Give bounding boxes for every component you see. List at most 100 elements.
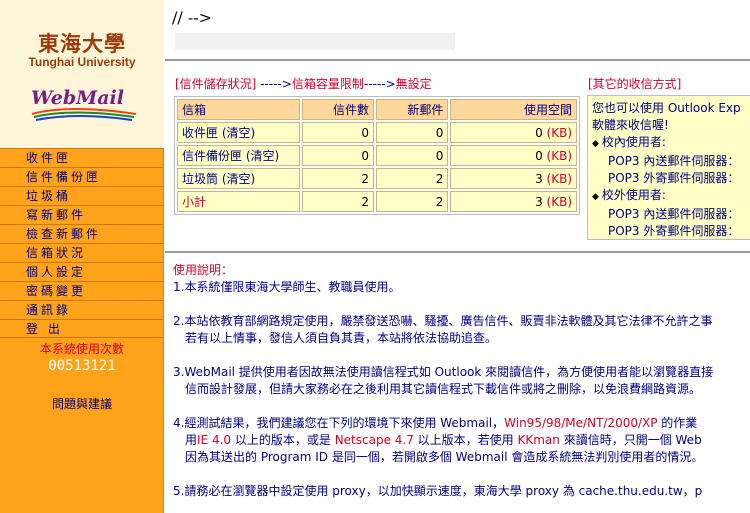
- offcampus-users-label: 校外使用者:: [601, 188, 666, 202]
- other-methods-line: 您也可以使用 Outlook Exp: [592, 101, 741, 115]
- space-used: 0 (KB): [450, 145, 577, 166]
- other-methods-line: 軟體來收信喔!: [592, 118, 669, 132]
- instruction-line: 2.本站依教育部網路規定使用，嚴禁發送恐嚇、騷擾、廣告信件、販賣非法軟體及其它法…: [173, 314, 713, 328]
- university-logo: 東海大學 Tunghai University WebMail: [0, 0, 164, 148]
- quota-arrow: ----->: [260, 77, 292, 91]
- sidebar-item-password[interactable]: 密碼變更: [0, 281, 164, 300]
- space-used-unit: (KB): [546, 125, 572, 140]
- sidebar-item-check-mail[interactable]: 檢查新郵件: [0, 224, 164, 243]
- sidebar-item-backup[interactable]: 信件備份匣: [0, 167, 164, 186]
- new-mail-count: 0: [375, 145, 449, 166]
- subtotal-space-used: 3 (KB): [450, 191, 577, 212]
- webmail-logo-text: WebMail: [31, 87, 124, 109]
- mailbox-status-table: 信箱 信件數 新郵件 使用空間 收件匣 (清空) 0 0 0 (KB) 信件備份…: [174, 96, 580, 215]
- other-methods-box: 您也可以使用 Outlook Exp 軟體來收信喔! ◆ 校內使用者: POP3 …: [587, 95, 750, 240]
- instructions-heading: 使用說明：: [173, 263, 234, 277]
- diamond-bullet-icon: ◆: [592, 139, 599, 149]
- sidebar-nav: 收件匣 信件備份匣 垃圾桶 寫新郵件 檢查新郵件 信箱狀況 個人設定 密碼變更 …: [0, 148, 164, 338]
- feedback-link[interactable]: 問題與建議: [0, 395, 164, 412]
- sidebar-item-compose[interactable]: 寫新郵件: [0, 205, 164, 224]
- quota-limit-label: 信箱容量限制: [291, 77, 364, 91]
- diamond-bullet-icon: ◆: [592, 192, 599, 202]
- new-mail-count: 2: [375, 168, 449, 189]
- instruction-item: 3.WebMail 提供使用者因故無法使用讀信程式如 Outlook 來閱讀信件…: [173, 364, 750, 398]
- instruction-item: 4.經測試結果，我們建議您在下列的環境下來使用 Webmail，Win95/98…: [173, 415, 750, 466]
- instruction-item: 5.請務必在瀏覽器中設定使用 proxy，以加快顯示速度，東海大學 proxy …: [173, 484, 703, 498]
- logo-name-en: Tunghai University: [28, 55, 136, 69]
- pop3-incoming-server: POP3 內送郵件伺服器：: [608, 154, 740, 168]
- offcampus-users-row: ◆ 校外使用者:: [592, 187, 750, 206]
- instruction-item: 2.本站依教育部網路規定使用，嚴禁發送恐嚇、騷擾、廣告信件、販賣非法軟體及其它法…: [173, 313, 750, 347]
- space-used-value: 0: [535, 148, 543, 163]
- space-used-unit: (KB): [546, 171, 572, 186]
- mailbox-name-link[interactable]: 信件備份匣 (清空): [177, 145, 300, 166]
- campus-users-row: ◆ 校內使用者:: [592, 134, 750, 153]
- sidebar-item-settings[interactable]: 個人設定: [0, 262, 164, 281]
- sidebar: 東海大學 Tunghai University WebMail 收件匣 信件備份…: [0, 0, 164, 513]
- logo-name-cn: 東海大學: [38, 31, 126, 56]
- sidebar-item-address-book[interactable]: 通訊錄: [0, 300, 164, 319]
- table-row: 收件匣 (清空) 0 0 0 (KB): [177, 122, 577, 143]
- instruction-text: 以上的版本，或是: [231, 433, 335, 447]
- column-header-usage: 使用空間: [450, 99, 577, 120]
- pop3-outgoing-server: POP3 外寄郵件伺服器：: [608, 224, 740, 238]
- instruction-text: 來讀信時，只開一個 Web: [559, 433, 702, 447]
- mailbox-name-link[interactable]: 垃圾筒 (清空): [177, 168, 300, 189]
- subtotal-new: 2: [375, 191, 449, 212]
- mail-count: 0: [301, 122, 374, 143]
- subtotal-count: 2: [301, 191, 374, 212]
- usage-counter-value: 00513121: [48, 358, 116, 374]
- usage-counter-label: 本系統使用次數: [39, 342, 124, 356]
- ie-highlight: IE 4.0: [197, 433, 232, 447]
- space-used: 3 (KB): [450, 168, 577, 189]
- quota-status-line: [信件儲存狀況] ----->信箱容量限制----->無設定: [175, 75, 432, 92]
- column-header-count: 信件數: [301, 99, 374, 120]
- blurred-header-bar: [175, 33, 455, 50]
- instruction-line: 4.經測試結果，我們建議您在下列的環境下來使用 Webmail，Win95/98…: [173, 415, 750, 432]
- instruction-text: 用: [185, 433, 198, 447]
- mail-count: 2: [301, 168, 374, 189]
- space-used-unit: (KB): [546, 148, 572, 163]
- column-header-new: 新郵件: [375, 99, 449, 120]
- os-highlight: Win95/98/Me/NT/2000/XP: [504, 416, 658, 430]
- instruction-line: 信而設計發展，但請大家務必在之後利用其它讀信程式下載信件或將之刪除，以免浪費網路…: [185, 382, 702, 396]
- webmail-logo: WebMail: [31, 87, 137, 121]
- instruction-line: 用IE 4.0 以上的版本，或是 Netscape 4.7 以上版本，若使用 K…: [173, 432, 750, 449]
- sidebar-item-trash[interactable]: 垃圾桶: [0, 186, 164, 205]
- mailbox-name-link[interactable]: 收件匣 (清空): [177, 122, 300, 143]
- subtotal-space-value: 3: [535, 194, 543, 209]
- pop3-incoming-server: POP3 內送郵件伺服器：: [608, 207, 740, 221]
- main-content: // --> [信件儲存狀況] ----->信箱容量限制----->無設定 信箱…: [165, 0, 750, 513]
- sidebar-item-logout[interactable]: 登 出: [0, 319, 164, 338]
- script-comment-text: // -->: [172, 8, 213, 27]
- mail-count: 0: [301, 145, 374, 166]
- instruction-line: 若有以上情事，發信人須自負其責，本站將依法協助追查。: [185, 331, 498, 345]
- pop3-outgoing-server: POP3 外寄郵件伺服器：: [608, 171, 740, 185]
- middle-divider: [165, 251, 750, 253]
- column-header-mailbox: 信箱: [177, 99, 300, 120]
- sidebar-item-inbox[interactable]: 收件匣: [0, 148, 164, 167]
- table-row: 垃圾筒 (清空) 2 2 3 (KB): [177, 168, 577, 189]
- table-header-row: 信箱 信件數 新郵件 使用空間: [177, 99, 577, 120]
- space-used-value: 0: [535, 125, 543, 140]
- campus-users-label: 校內使用者:: [601, 135, 666, 149]
- instruction-text: 以上版本，若使用: [413, 433, 518, 447]
- sidebar-item-mailbox-status[interactable]: 信箱狀況: [0, 243, 164, 262]
- top-divider: [165, 59, 750, 61]
- quota-arrow: ----->: [363, 77, 396, 91]
- space-used: 0 (KB): [450, 122, 577, 143]
- quota-limit-value: 無設定: [395, 77, 432, 91]
- table-row-subtotal: 小計 2 2 3 (KB): [177, 191, 577, 212]
- storage-status-label: [信件儲存狀況]: [175, 77, 257, 91]
- space-used-value: 3: [535, 171, 543, 186]
- subtotal-label: 小計: [177, 191, 300, 212]
- instruction-item: 1.本系統僅限東海大學師生、教職員使用。: [173, 280, 401, 294]
- subtotal-space-unit: (KB): [546, 194, 572, 209]
- instruction-text: 的作業: [657, 416, 698, 430]
- other-methods-title: [其它的收信方式]: [588, 77, 682, 91]
- table-row: 信件備份匣 (清空) 0 0 0 (KB): [177, 145, 577, 166]
- usage-instructions: 使用說明： 1.本系統僅限東海大學師生、教職員使用。 2.本站依教育部網路規定使…: [173, 262, 750, 500]
- netscape-highlight: Netscape 4.7: [334, 433, 414, 447]
- instruction-line: 因為其送出的 Program ID 是同一個，若開啟多個 Webmail 會造成…: [185, 450, 704, 464]
- kkman-highlight: KKman: [517, 433, 560, 447]
